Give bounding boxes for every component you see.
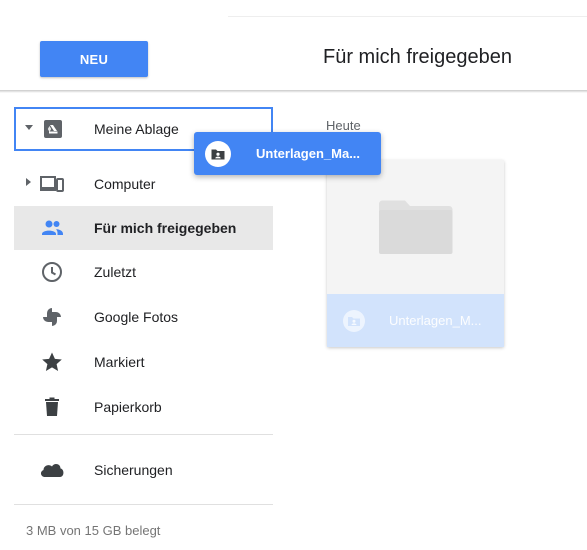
sidebar-item-label: Meine Ablage — [94, 121, 179, 137]
drive-icon — [44, 120, 62, 138]
trash-icon — [45, 397, 59, 416]
sidebar-item-recent[interactable]: Zuletzt — [14, 250, 273, 294]
section-label-today: Heute — [326, 118, 361, 133]
sidebar-item-label: Für mich freigegeben — [94, 220, 237, 236]
sidebar-item-starred[interactable]: Markiert — [14, 340, 273, 384]
shared-people-icon — [42, 220, 63, 235]
new-button[interactable]: NEU — [40, 41, 148, 77]
folder-card[interactable]: Unterlagen_M... — [327, 160, 504, 347]
sidebar-item-label: Markiert — [94, 354, 145, 370]
folder-thumbnail — [327, 160, 504, 294]
header-divider — [0, 90, 587, 93]
page-title: Für mich freigegeben — [323, 46, 512, 68]
shared-folder-icon — [205, 141, 231, 167]
sidebar-item-trash[interactable]: Papierkorb — [14, 385, 273, 429]
sidebar-item-shared-with-me[interactable]: Für mich freigegeben — [14, 206, 273, 250]
cloud-icon — [40, 464, 64, 477]
caret-down-icon[interactable] — [25, 123, 33, 131]
drag-item-name: Unterlagen_Ma... — [256, 146, 361, 161]
sidebar-item-label: Papierkorb — [94, 399, 162, 415]
sidebar-item-label: Zuletzt — [94, 264, 137, 280]
star-icon — [42, 352, 62, 371]
sidebar-divider — [14, 434, 273, 435]
sidebar-item-label: Computer — [94, 176, 156, 192]
sidebar-item-label: Google Fotos — [94, 309, 179, 325]
google-photos-icon — [43, 308, 61, 326]
drag-preview-chip[interactable]: Unterlagen_Ma... — [194, 132, 381, 175]
folder-name: Unterlagen_M... — [389, 313, 482, 328]
caret-right-icon[interactable] — [24, 178, 32, 186]
folder-footer[interactable]: Unterlagen_M... — [327, 294, 504, 347]
sidebar-item-backups[interactable]: Sicherungen — [14, 448, 273, 492]
folder-icon — [379, 200, 453, 254]
storage-usage-text[interactable]: 3 MB von 15 GB belegt — [26, 523, 160, 538]
sidebar-item-google-photos[interactable]: Google Fotos — [14, 295, 273, 339]
clock-icon — [42, 262, 62, 282]
shared-folder-icon — [343, 310, 365, 332]
top-divider — [228, 16, 587, 17]
sidebar-divider — [14, 504, 273, 505]
sidebar-item-label: Sicherungen — [94, 462, 173, 478]
computer-icon — [40, 176, 64, 192]
